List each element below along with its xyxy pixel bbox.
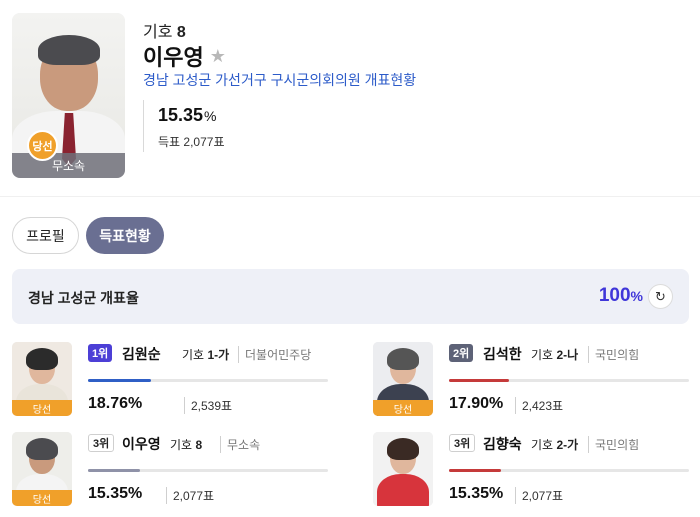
- photo-hair: [38, 35, 100, 65]
- number-label: 기호: [531, 438, 554, 452]
- tab-vote-status[interactable]: 득표현황: [86, 217, 164, 254]
- candidate-votes: 2,077표: [166, 487, 214, 504]
- number-value: 2-나: [556, 348, 579, 362]
- vote-percent-value: 15.35: [158, 105, 204, 125]
- candidate-number: 기호 8: [170, 436, 202, 453]
- candidate-name: 이우영: [143, 45, 204, 70]
- number-value: 1-가: [207, 348, 230, 362]
- candidate-card[interactable]: 당선 1위 김원순 기호 1-가 더불어민주당 18.76% 2,539표: [12, 342, 342, 422]
- candidate-percent: 17.90%: [449, 395, 504, 412]
- candidate-thumbnail: 당선: [12, 432, 72, 506]
- candidate-number: 기호 1-가: [182, 346, 229, 363]
- elected-band: 당선: [12, 490, 72, 506]
- candidate-number: 기호 2-나: [531, 346, 578, 363]
- thumb-hair: [387, 438, 419, 460]
- vote-bar-fill: [88, 379, 152, 382]
- number-value: 2-가: [556, 438, 579, 452]
- vote-bar-track: [88, 469, 328, 472]
- candidate-thumbnail: 당선: [12, 342, 72, 416]
- rate-number: 100: [598, 285, 631, 306]
- vote-bar-fill: [88, 469, 140, 472]
- candidate-name: 김원순: [122, 346, 161, 362]
- number-label: 기호: [531, 348, 554, 362]
- candidate-number: 기호 2-가: [531, 436, 578, 453]
- candidate-party: 무소속: [220, 436, 260, 453]
- candidate-name: 김향숙: [483, 436, 522, 452]
- candidate-votes: 2,077표: [515, 487, 563, 504]
- candidate-name-row: 이우영 ★: [143, 40, 226, 72]
- candidate-name: 김석한: [483, 346, 522, 362]
- candidate-number: 기호 8: [143, 18, 186, 42]
- counting-rate-value: 100%: [599, 285, 643, 307]
- vote-bar-track: [88, 379, 328, 382]
- rank-badge: 2위: [449, 344, 474, 362]
- percent-unit: %: [204, 108, 217, 124]
- vote-count: 득표 2,077표: [158, 135, 225, 149]
- divider: [143, 100, 144, 152]
- thumb-body: [377, 474, 429, 506]
- district-link[interactable]: 경남 고성군 가선거구 구시군의회의원 개표현황: [143, 70, 416, 90]
- candidate-votes: 2,423표: [515, 397, 563, 414]
- candidate-thumbnail: 당선: [373, 342, 433, 416]
- thumb-hair: [387, 348, 419, 370]
- rank-badge: 1위: [88, 344, 113, 362]
- refresh-icon[interactable]: ↻: [648, 284, 673, 309]
- rate-unit: %: [630, 288, 643, 304]
- elected-band: 당선: [12, 400, 72, 416]
- rank-badge: 3위: [449, 434, 476, 452]
- candidate-percent: 15.35%: [88, 485, 143, 502]
- candidate-party: 더불어민주당: [238, 346, 311, 363]
- number-value: 8: [176, 24, 186, 41]
- candidate-votes: 2,539표: [184, 397, 232, 414]
- section-separator: [0, 196, 700, 197]
- candidate-percent: 18.76%: [88, 395, 143, 412]
- vote-bar-fill: [449, 469, 501, 472]
- vote-percent: 15.35%: [158, 105, 217, 126]
- number-label: 기호: [170, 438, 193, 452]
- candidate-name: 이우영: [122, 436, 161, 452]
- number-label: 기호: [182, 348, 205, 362]
- party-label: 무소속: [12, 153, 125, 178]
- thumb-hair: [26, 438, 58, 460]
- vote-bar-fill: [449, 379, 510, 382]
- rank-badge: 3위: [88, 434, 115, 452]
- tab-profile[interactable]: 프로필: [12, 217, 79, 254]
- candidate-party: 국민의힘: [588, 346, 639, 363]
- candidate-card[interactable]: 3위 김향숙 기호 2-가 국민의힘 15.35% 2,077표: [373, 432, 700, 512]
- candidate-photo: 무소속 당선: [12, 13, 125, 178]
- counting-rate-box: 경남 고성군 개표율 100% ↻: [12, 269, 689, 324]
- candidate-card[interactable]: 당선 3위 이우영 기호 8 무소속 15.35% 2,077표: [12, 432, 342, 512]
- elected-badge: 당선: [27, 130, 58, 161]
- number-prefix: 기호: [143, 24, 173, 41]
- thumb-hair: [26, 348, 58, 370]
- candidate-card[interactable]: 당선 2위 김석한 기호 2-나 국민의힘 17.90% 2,423표: [373, 342, 700, 422]
- elected-band: 당선: [373, 400, 433, 416]
- candidate-percent: 15.35%: [449, 485, 504, 502]
- vote-bar-track: [449, 469, 689, 472]
- candidate-party: 국민의힘: [588, 436, 639, 453]
- counting-rate-label: 경남 고성군 개표율: [28, 290, 139, 306]
- vote-bar-track: [449, 379, 689, 382]
- star-icon[interactable]: ★: [210, 46, 226, 67]
- number-value: 8: [195, 438, 203, 452]
- candidate-thumbnail: [373, 432, 433, 506]
